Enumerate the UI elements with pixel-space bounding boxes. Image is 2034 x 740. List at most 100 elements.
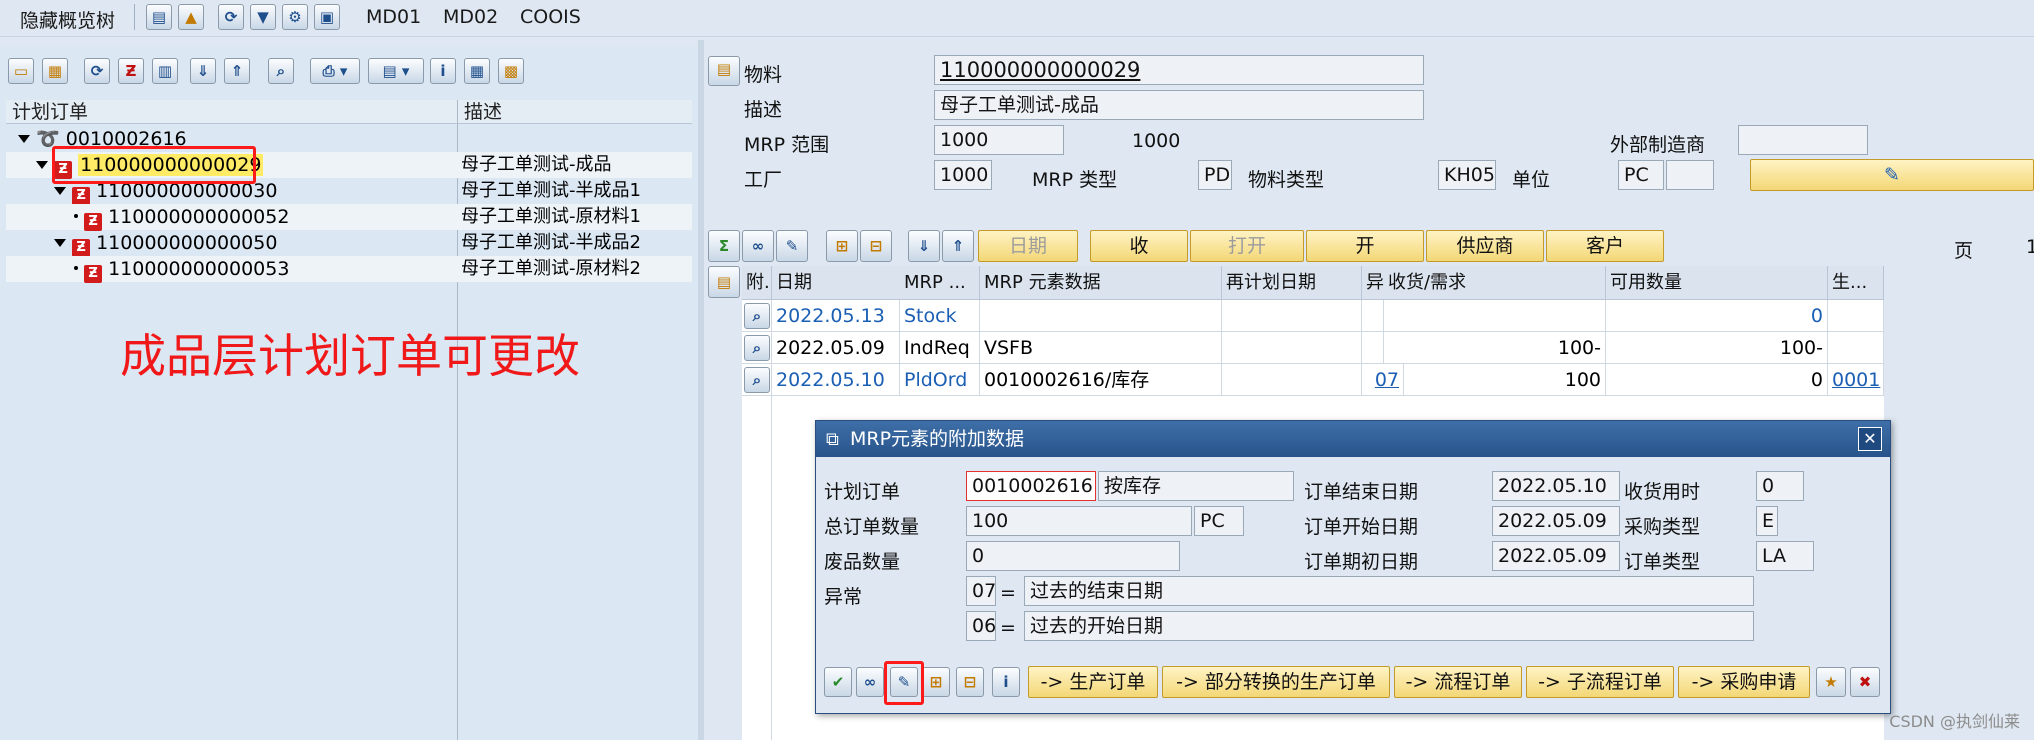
date-button-label: 日期 xyxy=(1008,235,1047,257)
open-button[interactable]: 开 xyxy=(1306,230,1424,262)
collapse-up-icon[interactable]: ⇑ xyxy=(942,230,974,262)
collapse-all-icon[interactable]: ⇑ xyxy=(224,58,250,84)
to-purchase-req-button[interactable]: -> 采购申请 xyxy=(1678,666,1810,698)
row-detail-button[interactable]: ⌕ xyxy=(742,364,772,396)
planned-order-field[interactable]: 0010002616 xyxy=(966,471,1096,501)
settings-icon[interactable]: ⚙ xyxy=(282,4,308,30)
find-icon[interactable]: ⌕ xyxy=(268,58,294,84)
to-partial-production-order-button[interactable]: -> 部分转换的生产订单 xyxy=(1162,666,1390,698)
tree-action-icon[interactable]: ▭ xyxy=(8,58,34,84)
columns-icon[interactable]: ▦ xyxy=(464,58,490,84)
order-type-label: 订单类型 xyxy=(1624,551,1701,573)
md02-button[interactable]: MD02 xyxy=(443,6,498,28)
pencil-icon[interactable]: ✎ xyxy=(776,230,808,262)
edit-material-button[interactable]: ✎ xyxy=(1750,159,2034,191)
mrp-type-field[interactable]: PD xyxy=(1198,160,1232,190)
tree-column-header-order[interactable]: 计划订单 xyxy=(6,100,458,124)
tree-grey-icon[interactable]: ▥ xyxy=(152,58,178,84)
md01-button[interactable]: MD01 xyxy=(366,6,421,28)
hierarchy-down-icon[interactable]: ⊟ xyxy=(860,230,892,262)
sum-icon[interactable]: Σ xyxy=(708,230,740,262)
layout-icon[interactable]: ▤ ▾ xyxy=(368,58,424,84)
cancel-icon[interactable]: ✖ xyxy=(1850,667,1880,697)
receipt-button-label: 收 xyxy=(1129,235,1149,257)
proc-type-field[interactable]: E xyxy=(1756,506,1778,536)
grid-settings-icon[interactable]: ▤ xyxy=(708,266,740,298)
coois-button[interactable]: COOIS xyxy=(520,6,581,28)
dialog-close-button[interactable]: ✕ xyxy=(1858,427,1882,451)
display-icon[interactable]: ▣ xyxy=(314,4,340,30)
vendor-button[interactable]: 供应商 xyxy=(1426,230,1544,262)
customer-button[interactable]: 客户 xyxy=(1546,230,1664,262)
exception-code-1: 07 xyxy=(966,576,996,606)
material-type-field[interactable]: KH05 xyxy=(1438,160,1496,190)
mrp-area-field[interactable]: 1000 xyxy=(934,125,1064,155)
expand-down-icon[interactable]: ⇓ xyxy=(908,230,940,262)
unit-field[interactable]: PC xyxy=(1618,160,1664,190)
order-opening-date-field[interactable]: 2022.05.09 xyxy=(1492,541,1620,571)
col-header-mrp-element[interactable]: MRP ... xyxy=(900,266,980,300)
info-icon[interactable]: i xyxy=(430,58,456,84)
tree-node-raw2[interactable]: Ƶ 110000000000053 母子工单测试-原材料2 xyxy=(6,256,692,283)
order-end-date-field[interactable]: 2022.05.10 xyxy=(1492,471,1620,501)
confirm-check-icon[interactable]: ✔ xyxy=(824,667,852,697)
collapse-icon[interactable] xyxy=(54,239,66,247)
to-process-order-button[interactable]: -> 流程订单 xyxy=(1394,666,1522,698)
hierarchy-down-icon[interactable]: ⊟ xyxy=(956,667,984,697)
info-icon[interactable]: i xyxy=(992,667,1020,697)
planned-order-label: 计划订单 xyxy=(824,481,901,503)
material-field[interactable]: 110000000000029 xyxy=(934,55,1424,85)
to-subprocess-order-button[interactable]: -> 子流程订单 xyxy=(1526,666,1674,698)
collapse-icon[interactable] xyxy=(18,135,30,143)
hierarchy-up-icon[interactable]: ⊞ xyxy=(922,667,950,697)
description-field[interactable]: 母子工单测试-成品 xyxy=(934,90,1424,120)
collapse-icon[interactable] xyxy=(36,161,48,169)
new-document-icon[interactable]: ▤ xyxy=(146,4,172,30)
total-qty-field[interactable]: 100 xyxy=(966,506,1192,536)
cell-date: 2022.05.10 xyxy=(772,364,900,396)
receipt-button[interactable]: 收 xyxy=(1090,230,1188,262)
unit-extra-field[interactable] xyxy=(1666,160,1714,190)
to-production-order-button[interactable]: -> 生产订单 xyxy=(1028,666,1158,698)
hide-tree-button[interactable]: 隐藏概览树 xyxy=(20,6,115,33)
row-detail-button[interactable]: ⌕ xyxy=(742,300,772,332)
variant-icon[interactable]: ▩ xyxy=(498,58,524,84)
cell-production-link[interactable]: 0001 xyxy=(1828,364,1884,396)
refresh-icon[interactable]: ⟳ xyxy=(218,4,244,30)
cell-exception xyxy=(1362,332,1384,364)
cell-exception-link[interactable]: 07 xyxy=(1362,364,1404,396)
tree-structure-icon[interactable]: ▦ xyxy=(42,58,68,84)
grid-empty-column xyxy=(742,396,772,740)
order-start-date-field[interactable]: 2022.05.09 xyxy=(1492,506,1620,536)
scrap-qty-field[interactable]: 0 xyxy=(966,541,1180,571)
collapse-icon[interactable] xyxy=(54,187,66,195)
tree-column-header-desc[interactable]: 描述 xyxy=(458,100,692,124)
open-disabled-button[interactable]: 打开 xyxy=(1190,230,1304,262)
gr-time-field[interactable]: 0 xyxy=(1756,471,1804,501)
col-header-available-qty[interactable]: 可用数量 xyxy=(1606,266,1828,300)
plant-field[interactable]: 1000 xyxy=(934,160,992,190)
filter-icon[interactable]: ▼ xyxy=(250,4,276,30)
hierarchy-up-icon[interactable]: ⊞ xyxy=(826,230,858,262)
tree-node-semi2[interactable]: Ƶ 110000000000050 母子工单测试-半成品2 xyxy=(6,230,692,257)
row-detail-button[interactable]: ⌕ xyxy=(742,332,772,364)
col-header-attach[interactable]: 附. xyxy=(742,266,772,300)
favorite-star-icon[interactable]: ★ xyxy=(1816,667,1846,697)
col-header-receipt-req[interactable]: 收货/需求 xyxy=(1384,266,1606,300)
order-type-field[interactable]: LA xyxy=(1756,541,1814,571)
total-qty-unit: PC xyxy=(1194,506,1244,536)
col-header-reschedule-date[interactable]: 再计划日期 xyxy=(1222,266,1362,300)
landscape-icon[interactable]: ▲ xyxy=(178,4,204,30)
expand-all-icon[interactable]: ⇓ xyxy=(190,58,216,84)
col-header-production[interactable]: 生... xyxy=(1828,266,1884,300)
print-icon[interactable]: ⎙ ▾ xyxy=(310,58,360,84)
glasses-icon[interactable]: ∞ xyxy=(856,667,884,697)
date-button[interactable]: 日期 xyxy=(978,230,1078,262)
col-header-element-data[interactable]: MRP 元素数据 xyxy=(980,266,1222,300)
tree-refresh-icon[interactable]: ⟳ xyxy=(84,58,110,84)
tree-node-raw1[interactable]: Ƶ 110000000000052 母子工单测试-原材料1 xyxy=(6,204,692,231)
glasses-icon[interactable]: ∞ xyxy=(742,230,774,262)
ext-manufacturer-field[interactable] xyxy=(1738,125,1868,155)
planned-order-icon[interactable]: Ƶ xyxy=(118,58,144,84)
material-header-icon[interactable]: ▤ xyxy=(708,56,740,86)
